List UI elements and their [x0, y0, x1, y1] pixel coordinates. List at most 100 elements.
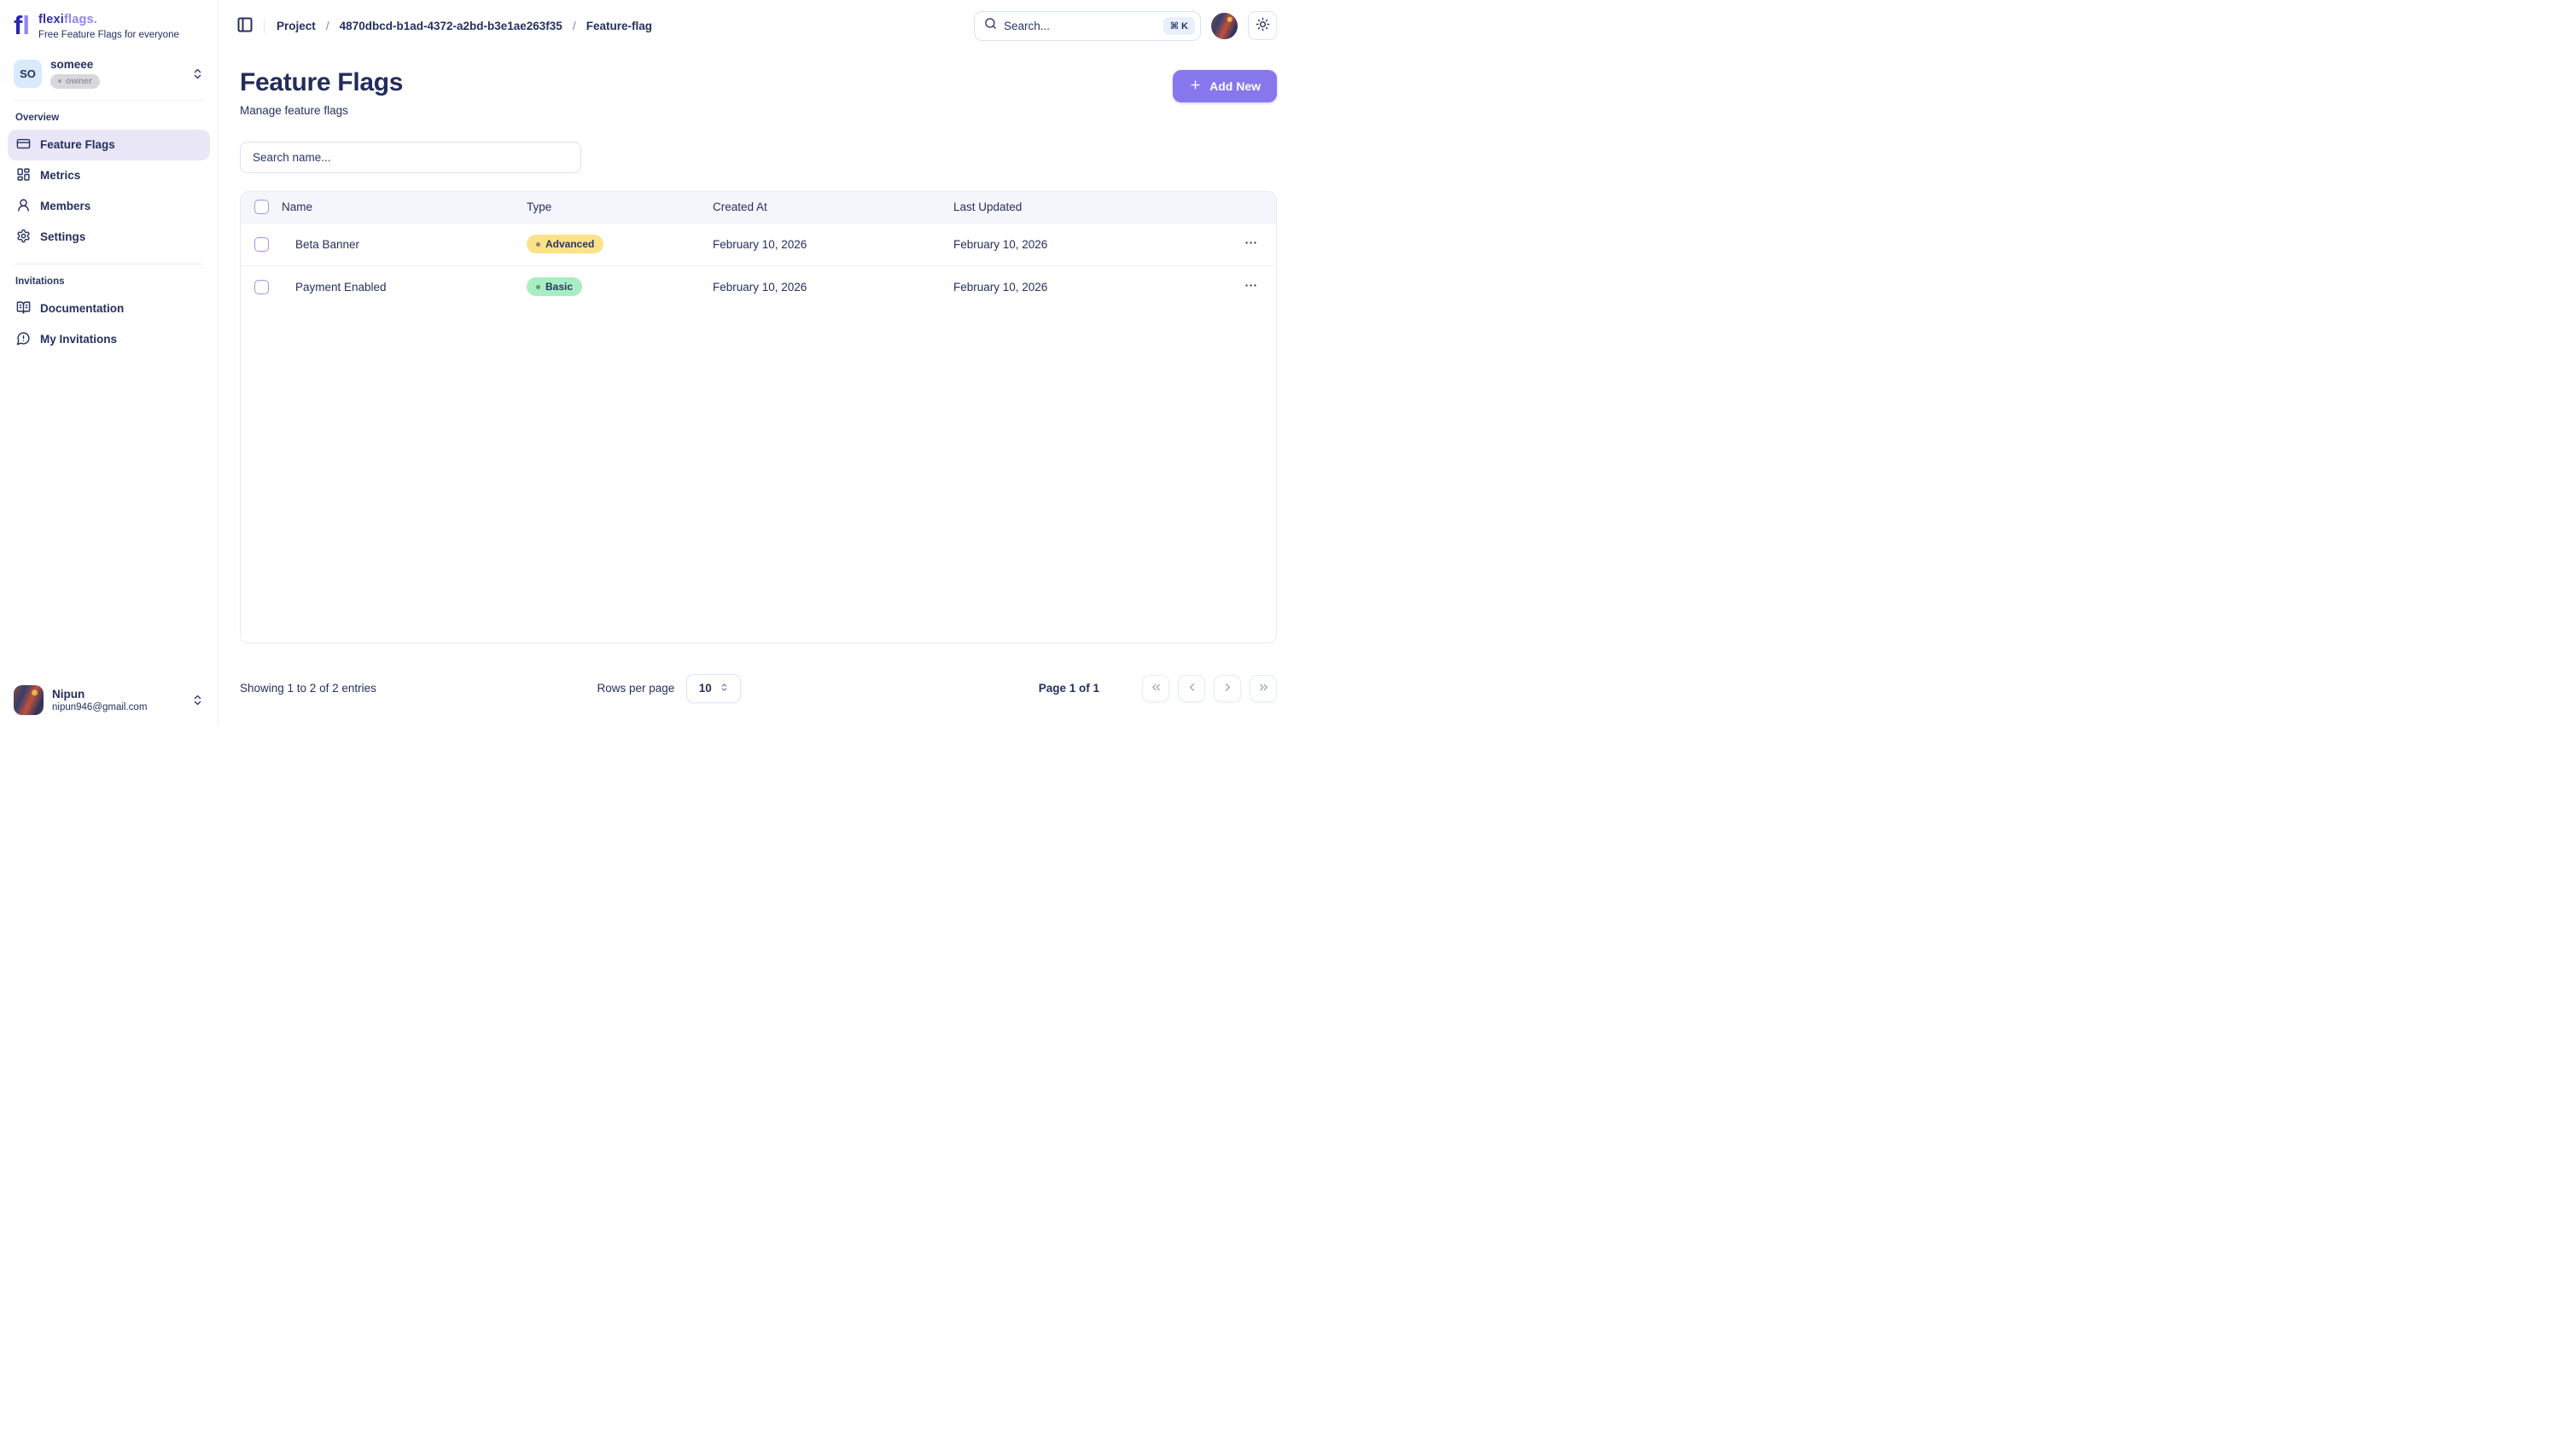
- brand-logo-icon: f l: [14, 13, 30, 38]
- rows-per-page-select[interactable]: 10: [686, 674, 741, 703]
- column-header-type: Type: [527, 201, 713, 213]
- type-badge-label: Basic: [545, 281, 573, 293]
- add-new-button[interactable]: Add New: [1173, 70, 1277, 102]
- page-subtitle: Manage feature flags: [240, 104, 403, 117]
- sidebar-divider: [14, 100, 204, 101]
- chevron-right-icon: [1221, 681, 1234, 696]
- brand-tagline: Free Feature Flags for everyone: [38, 30, 179, 40]
- pagination-controls: [1142, 675, 1277, 702]
- sidebar-item-label: Documentation: [40, 302, 124, 315]
- header-checkbox-cell: [241, 200, 282, 214]
- sidebar-item-metrics[interactable]: Metrics: [8, 160, 210, 191]
- next-page-button[interactable]: [1214, 675, 1241, 702]
- page-info: Page 1 of 1: [1039, 682, 1099, 695]
- panel-left-icon: [236, 16, 254, 36]
- page-header: Feature Flags Manage feature flags Add N…: [240, 68, 1277, 117]
- gear-icon: [16, 229, 31, 246]
- message-warning-icon: [16, 331, 31, 348]
- previous-page-button[interactable]: [1178, 675, 1205, 702]
- row-checkbox[interactable]: [254, 237, 269, 252]
- user-icon: [16, 198, 31, 215]
- user-account-menu[interactable]: Nipun nipun946@gmail.com: [8, 685, 210, 715]
- search-input[interactable]: [1004, 20, 1157, 32]
- sun-icon: [1256, 17, 1270, 34]
- logo-mark-f: f: [14, 13, 22, 38]
- app-root: f l flexiflags. Free Feature Flags for e…: [0, 0, 1288, 727]
- row-actions-button[interactable]: [1240, 275, 1262, 299]
- sidebar-toggle-button[interactable]: [236, 16, 254, 36]
- brand-name-secondary: flags.: [64, 13, 97, 26]
- chevrons-right-icon: [1257, 681, 1270, 696]
- book-open-icon: [16, 300, 31, 317]
- type-badge-label: Advanced: [545, 238, 594, 250]
- table-header-row: Name Type Created At Last Updated: [241, 192, 1276, 223]
- workspace-avatar: SO: [14, 60, 42, 88]
- user-email: nipun946@gmail.com: [52, 702, 147, 712]
- ellipsis-icon: [1244, 236, 1258, 253]
- logo-mark-l: l: [22, 13, 30, 38]
- chevrons-up-down-icon: [191, 694, 204, 707]
- flag-type-cell: Basic: [527, 277, 713, 296]
- sidebar-item-label: Metrics: [40, 169, 80, 182]
- rows-per-page-label: Rows per page: [597, 682, 674, 695]
- type-badge-basic: Basic: [527, 277, 582, 296]
- topbar-divider: [264, 19, 265, 33]
- credit-card-icon: [16, 137, 31, 154]
- sidebar-item-feature-flags[interactable]: Feature Flags: [8, 130, 210, 160]
- first-page-button[interactable]: [1142, 675, 1169, 702]
- dashboard-icon: [16, 167, 31, 184]
- content: Feature Flags Manage feature flags Add N…: [219, 51, 1288, 727]
- topbar-right: ⌘ K: [974, 11, 1277, 41]
- column-header-updated: Last Updated: [953, 201, 1225, 213]
- row-checkbox[interactable]: [254, 280, 269, 294]
- brand-text: flexiflags. Free Feature Flags for every…: [38, 13, 179, 40]
- flag-name: Payment Enabled: [282, 281, 527, 294]
- row-actions-cell: [1225, 232, 1276, 256]
- sidebar-item-documentation[interactable]: Documentation: [8, 294, 210, 324]
- entries-summary: Showing 1 to 2 of 2 entries: [240, 682, 597, 695]
- sidebar-divider: [14, 264, 204, 265]
- last-page-button[interactable]: [1250, 675, 1277, 702]
- row-actions-button[interactable]: [1240, 232, 1262, 256]
- sidebar-section-invitations: Invitations: [8, 276, 210, 287]
- breadcrumb-separator: /: [573, 19, 576, 32]
- workspace-info: someee owner: [50, 59, 100, 89]
- page-title: Feature Flags: [240, 68, 403, 98]
- theme-toggle-button[interactable]: [1248, 11, 1277, 40]
- chevron-left-icon: [1186, 681, 1198, 696]
- feature-flags-table: Name Type Created At Last Updated Beta B…: [240, 191, 1277, 643]
- last-updated: February 10, 2026: [953, 238, 1225, 251]
- table-footer: Showing 1 to 2 of 2 entries Rows per pag…: [240, 674, 1277, 703]
- main-area: Project / 4870dbcd-b1ad-4372-a2bd-b3e1ae…: [219, 0, 1288, 727]
- badge-dot-icon: [536, 285, 540, 289]
- workspace-switcher[interactable]: SO someee owner: [8, 59, 210, 89]
- flag-name: Beta Banner: [282, 238, 527, 251]
- page-header-text: Feature Flags Manage feature flags: [240, 68, 403, 117]
- global-search[interactable]: ⌘ K: [974, 11, 1201, 41]
- select-all-checkbox[interactable]: [254, 200, 269, 214]
- topbar: Project / 4870dbcd-b1ad-4372-a2bd-b3e1ae…: [219, 0, 1288, 51]
- breadcrumb: Project / 4870dbcd-b1ad-4372-a2bd-b3e1ae…: [277, 19, 652, 32]
- user-name: Nipun: [52, 688, 147, 701]
- user-info: Nipun nipun946@gmail.com: [52, 688, 147, 712]
- breadcrumb-project[interactable]: Project: [277, 20, 316, 32]
- workspace-name: someee: [50, 59, 100, 72]
- workspace-role-badge: owner: [50, 74, 100, 89]
- sidebar-item-settings[interactable]: Settings: [8, 222, 210, 253]
- keyboard-shortcut-badge: ⌘ K: [1163, 17, 1195, 35]
- row-checkbox-cell: [241, 280, 282, 294]
- brand-name: flexiflags.: [38, 13, 179, 26]
- sidebar-item-my-invitations[interactable]: My Invitations: [8, 324, 210, 355]
- breadcrumb-feature-flag[interactable]: Feature-flag: [586, 20, 652, 32]
- rows-per-page: Rows per page 10: [597, 674, 741, 703]
- chevrons-left-icon: [1150, 681, 1163, 696]
- topbar-avatar[interactable]: [1211, 13, 1238, 39]
- sidebar-item-members[interactable]: Members: [8, 191, 210, 222]
- role-dot-icon: [58, 79, 61, 83]
- sidebar: f l flexiflags. Free Feature Flags for e…: [0, 0, 219, 727]
- breadcrumb-project-id[interactable]: 4870dbcd-b1ad-4372-a2bd-b3e1ae263f35: [340, 20, 562, 32]
- last-updated: February 10, 2026: [953, 281, 1225, 294]
- breadcrumb-separator: /: [326, 19, 329, 32]
- filter-name-input[interactable]: [240, 142, 581, 173]
- badge-dot-icon: [536, 242, 540, 247]
